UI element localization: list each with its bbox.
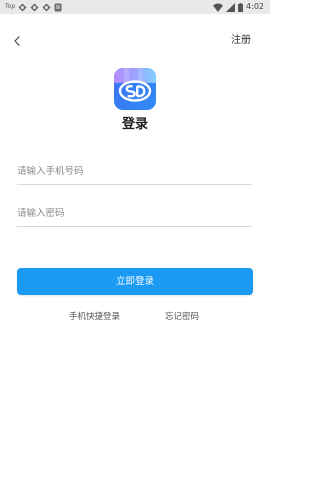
login-page: Top 4:02 注册 登录 请输入手机号码 立即登录 手机快捷登录 忘记密码 [0,0,270,480]
page-title: 登录 [121,117,148,132]
app-logo [114,68,156,110]
app-icon [42,2,51,12]
register-link[interactable]: 注册 [231,35,251,47]
wifi-icon [213,3,224,12]
forgot-password-link[interactable]: 忘记密码 [165,312,199,322]
password-field [17,200,252,227]
login-button[interactable]: 立即登录 [17,268,253,295]
signal-icon [226,2,236,12]
app-icon [18,2,27,12]
status-app-label: Top [5,3,16,10]
phone-field [17,158,252,185]
notification-icon [54,3,62,11]
status-bar: Top 4:02 [0,0,270,14]
status-bar-left: Top [5,2,62,12]
status-time: 4:02 [246,2,264,11]
sd-logo-icon [114,68,156,110]
quick-login-link[interactable]: 手机快捷登录 [69,312,120,322]
phone-input[interactable] [17,158,252,184]
password-input[interactable] [17,200,252,226]
app-icon [30,2,39,12]
status-bar-right: 4:02 [213,2,264,12]
battery-icon [238,2,244,12]
back-button[interactable] [9,33,25,49]
chevron-left-icon [14,36,20,46]
